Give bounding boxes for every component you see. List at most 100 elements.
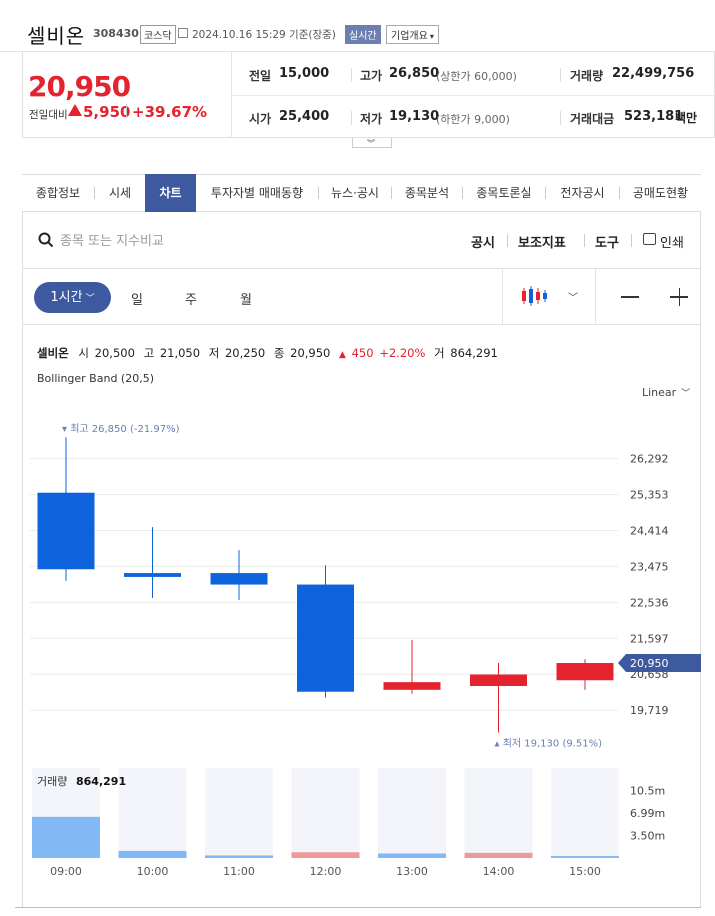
scale-mode-dropdown[interactable]: Linear ﹀ — [642, 386, 690, 399]
prev-close-label: 전일 — [249, 69, 272, 83]
candle-body — [556, 663, 614, 681]
candle-info-line: 셀비온 시 20,500 고 21,050 저 20,250 종 20,950 … — [37, 345, 500, 361]
volume-background — [205, 768, 273, 858]
indicator-label: Bollinger Band (20,5) — [37, 372, 154, 385]
max-price-annotation: ▾ 최고 26,850 (-21.97%) — [62, 423, 180, 435]
print-button[interactable]: 인쇄 — [660, 232, 684, 251]
toolbar-divider — [22, 324, 701, 325]
info-volume: 864,291 — [450, 346, 498, 360]
tab-analysis[interactable]: 종목분석 — [392, 174, 462, 212]
company-info-button[interactable]: 기업개요 ▾ — [386, 25, 439, 44]
footer-divider — [15, 907, 701, 908]
price-chart[interactable]: 26,29225,35324,41423,47522,53621,59720,6… — [22, 400, 701, 890]
search-input[interactable] — [60, 230, 310, 252]
chevron-down-icon: ▾ — [429, 32, 434, 41]
grid-separator — [560, 68, 561, 82]
candle-body — [470, 674, 527, 686]
info-change: 450 — [351, 346, 374, 360]
grid-separator — [560, 111, 561, 125]
tab-discussion[interactable]: 종목토론실 — [463, 174, 545, 212]
x-tick-label: 14:00 — [483, 865, 515, 878]
high-label: 고가 — [360, 69, 383, 83]
zoom-out-icon[interactable] — [621, 296, 639, 298]
info-volume-label: 거 — [434, 346, 445, 360]
upper-limit: (상한가 60,000) — [436, 70, 517, 83]
zoom-in-icon[interactable] — [678, 288, 680, 306]
period-day-button[interactable]: 일 — [131, 289, 143, 308]
high-value: 26,850 — [389, 66, 440, 81]
tab-quote[interactable]: 시세 — [95, 174, 145, 212]
toolbar-divider — [22, 268, 701, 269]
printer-icon[interactable] — [643, 233, 656, 245]
info-high-label: 고 — [143, 346, 155, 360]
volume-background — [551, 768, 619, 858]
volume-label: 거래량 — [37, 775, 67, 788]
chevron-down-icon[interactable]: ﹀ — [568, 289, 578, 304]
indicator-button[interactable]: 보조지표 — [518, 232, 566, 251]
x-tick-label: 12:00 — [310, 865, 342, 878]
info-rate: +2.20% — [379, 346, 426, 360]
search-icon[interactable] — [38, 232, 54, 248]
tab-chart[interactable]: 차트 — [145, 174, 196, 212]
candlestick-chart-icon[interactable] — [521, 284, 549, 308]
candle-body — [383, 682, 441, 690]
volume-background — [291, 768, 360, 858]
volume-y-tick-label: 6.99m — [630, 807, 665, 820]
volume-value: 22,499,756 — [612, 66, 695, 81]
chevron-down-icon: ︾ — [367, 139, 375, 148]
info-open: 20,500 — [94, 346, 135, 360]
min-price-annotation: ▴ 최저 19,130 (9.51%) — [495, 738, 603, 750]
change-value: 5,950 — [83, 103, 131, 121]
info-high: 21,050 — [159, 346, 201, 360]
toolbar-separator — [631, 234, 632, 247]
period-month-button[interactable]: 월 — [240, 289, 252, 308]
volume-y-tick-label: 3.50m — [630, 830, 665, 843]
info-low: 20,250 — [224, 346, 266, 360]
open-value: 25,400 — [279, 109, 330, 124]
volume-bar — [32, 816, 100, 858]
info-close-label: 종 — [273, 346, 285, 360]
volume-background — [118, 768, 187, 858]
tab-short-selling[interactable]: 공매도현황 — [620, 174, 701, 212]
calendar-icon — [178, 28, 188, 38]
volume-background — [464, 768, 533, 858]
toolbar-separator — [502, 269, 503, 324]
candle-body — [210, 573, 268, 585]
volume-bar — [378, 853, 446, 858]
tools-button[interactable]: 도구 — [595, 232, 619, 251]
current-price-label: 20,950 — [630, 657, 669, 670]
y-tick-label: 23,475 — [630, 560, 669, 573]
market-badge: 코스닥 — [140, 25, 176, 44]
period-week-button[interactable]: 주 — [185, 289, 197, 308]
company-info-label: 기업개요 — [391, 31, 428, 42]
low-label: 저가 — [360, 112, 383, 126]
period-1h-button[interactable]: 1시간 ﹀ — [34, 282, 111, 313]
volume-bar — [118, 850, 187, 858]
tab-overview[interactable]: 종합정보 — [22, 174, 94, 212]
volume-bar — [291, 852, 360, 858]
candle-body — [124, 573, 181, 577]
tab-news[interactable]: 뉴스·공시 — [319, 174, 391, 212]
up-triangle-icon: ▲ — [339, 350, 346, 360]
change-divider — [126, 104, 127, 118]
grid-separator — [351, 111, 352, 125]
prev-close-value: 15,000 — [279, 66, 330, 81]
volume-value: 864,291 — [76, 775, 126, 788]
toolbar-separator — [595, 269, 596, 324]
disclosure-button[interactable]: 공시 — [471, 232, 495, 251]
scale-mode-label: Linear — [642, 386, 677, 399]
volume-bar — [205, 855, 273, 858]
y-tick-label: 22,536 — [630, 596, 669, 609]
tab-investor-trading[interactable]: 투자자별 매매동향 — [196, 174, 318, 212]
low-value: 19,130 — [389, 109, 440, 124]
candle-body — [297, 584, 354, 692]
realtime-badge: 실시간 — [345, 25, 381, 44]
x-tick-label: 09:00 — [50, 865, 82, 878]
y-tick-label: 25,353 — [630, 489, 669, 502]
chevron-down-icon: ﹀ — [85, 294, 95, 304]
x-tick-label: 11:00 — [223, 865, 255, 878]
tab-disclosure[interactable]: 전자공시 — [546, 174, 619, 212]
candle-body — [37, 492, 95, 570]
stock-code: 308430 — [93, 27, 139, 40]
volume-y-tick-label: 10.5m — [630, 785, 665, 798]
